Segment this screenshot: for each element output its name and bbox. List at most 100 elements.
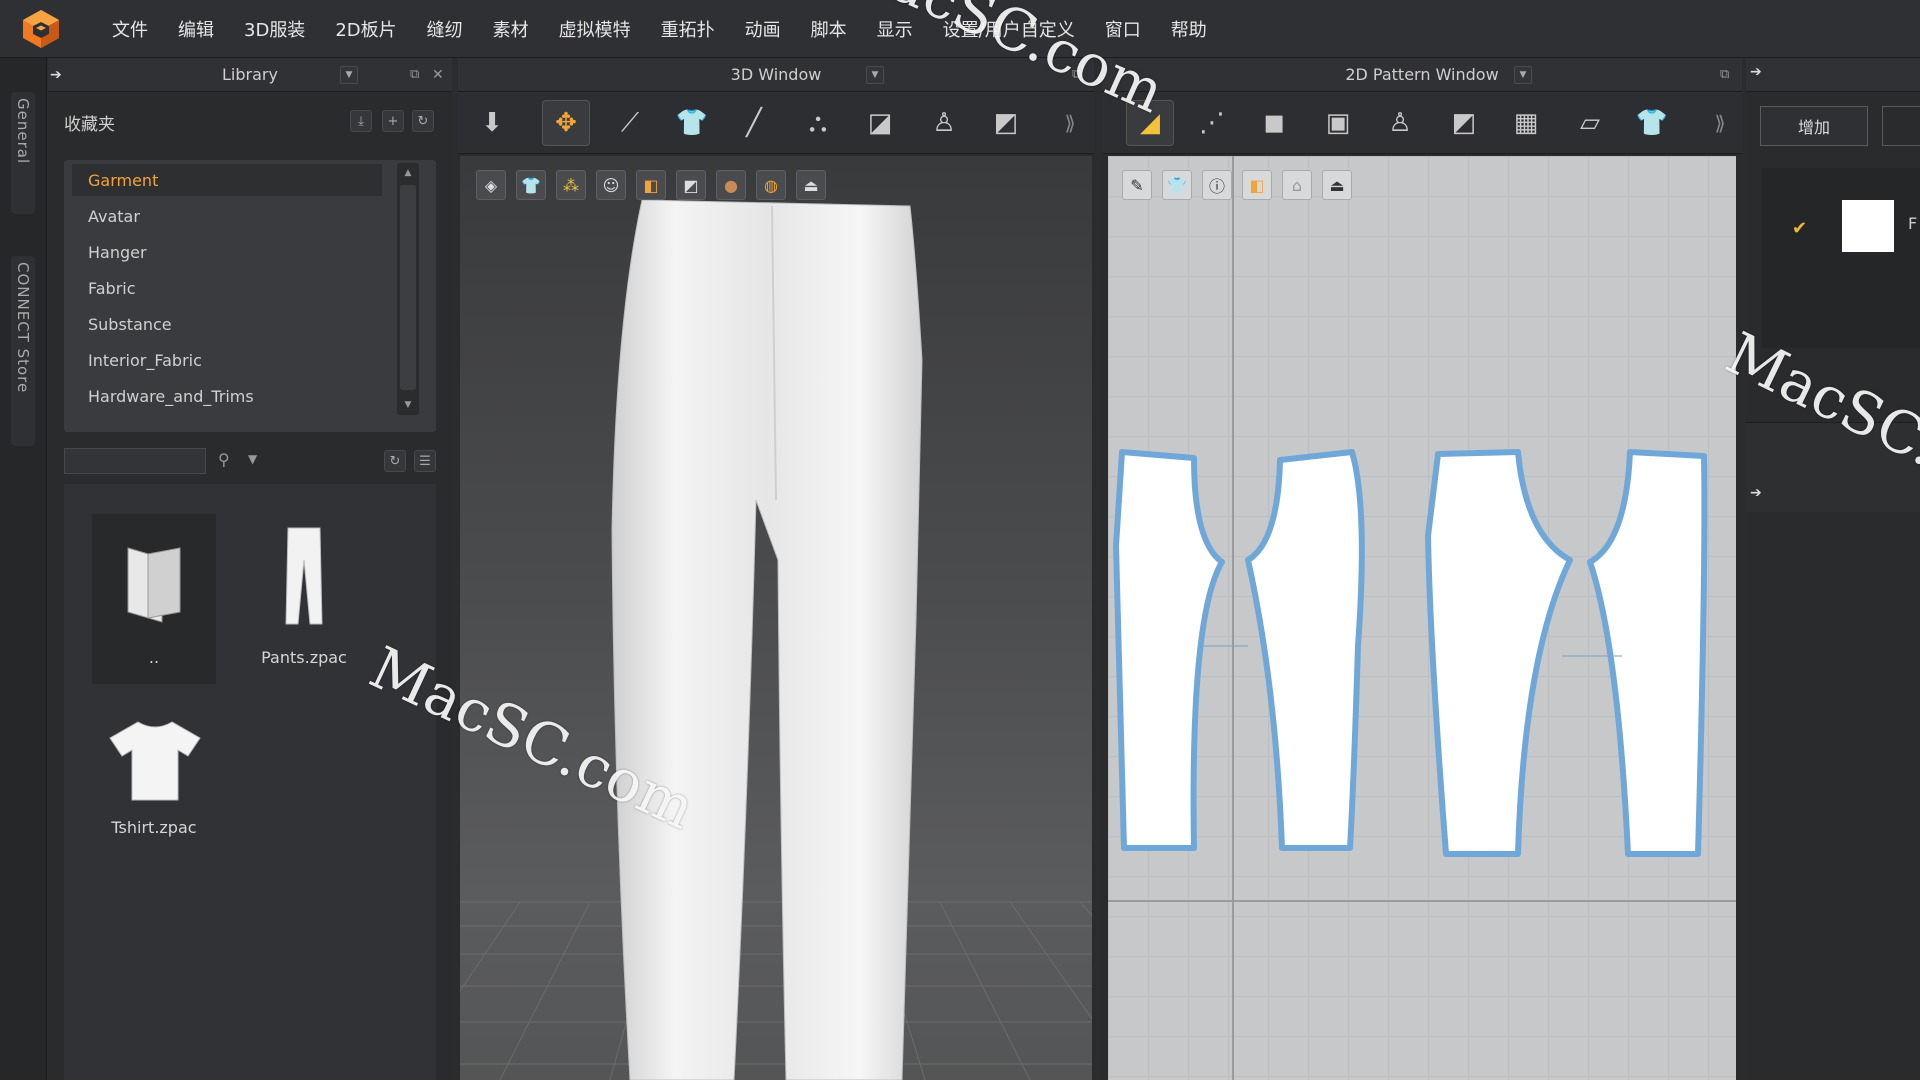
library-item-interior-fabric[interactable]: Interior_Fabric — [72, 344, 382, 376]
2d-toolbar: ◢ ⋰ ◼ ▣ ♙ ◩ ▦ ⏥ 👕 ⟫ — [1102, 92, 1742, 154]
export-icon[interactable]: ⏏ — [796, 170, 826, 200]
check-icon[interactable]: ✔ — [1792, 218, 1807, 239]
scroll-thumb[interactable] — [400, 185, 416, 390]
layer-icon[interactable]: ⌂ — [1282, 170, 1312, 200]
library-item-hardware-and-trims[interactable]: Hardware_and_Trims — [72, 380, 382, 412]
search-icon[interactable]: ⚲ — [218, 450, 230, 469]
avatar-pose-icon[interactable]: ♙ — [920, 100, 968, 146]
fold-arrangement-icon[interactable]: 👕 — [668, 100, 716, 146]
simulate-icon[interactable]: ⬇ — [468, 100, 516, 146]
refresh-icon[interactable]: ↻ — [412, 110, 434, 132]
pattern-pieces — [1113, 449, 1708, 857]
add-folder-icon[interactable]: + — [382, 110, 404, 132]
scroll-down-icon[interactable]: ▼ — [397, 395, 419, 415]
library-folder-list: Garment Avatar Hanger Fabric Substance Interi… — [64, 160, 436, 432]
3d-viewport[interactable]: ◈ 👕 ⁂ ☺ ◧ ◩ ● ◍ ⏏ — [460, 156, 1092, 1080]
undock-icon[interactable]: ⧉ — [410, 67, 419, 82]
pattern-piece — [1245, 449, 1365, 851]
folder-icon — [127, 547, 181, 623]
menu-item[interactable]: 脚本 — [811, 16, 847, 42]
library-item-garment[interactable]: Garment — [72, 164, 382, 196]
file-item[interactable]: Tshirt.zpac — [92, 706, 216, 876]
select-mesh-icon[interactable]: ⟋ — [606, 100, 654, 146]
menu-item[interactable]: 编辑 — [178, 16, 214, 42]
library-search-input[interactable] — [64, 448, 206, 474]
3d-window-dropdown-icon[interactable]: ▼ — [866, 66, 884, 84]
menu-item[interactable]: 重拓扑 — [661, 16, 715, 42]
edit-garment-2d-icon[interactable]: 👕 — [1628, 100, 1676, 146]
library-item-substance[interactable]: Substance — [72, 308, 382, 340]
tab-connect-store[interactable]: CONNECT Store — [11, 256, 35, 446]
shading-icon[interactable]: ◩ — [676, 170, 706, 200]
property-title-bar: ➔ — [1746, 58, 1920, 92]
fabric-swatch[interactable] — [1842, 200, 1894, 252]
edit-garment-icon[interactable]: ◩ — [982, 100, 1030, 146]
pin-icon[interactable]: ╱ — [730, 100, 778, 146]
info-icon[interactable]: ⓘ — [1202, 170, 1232, 200]
expand-toolbar-icon[interactable]: ⟫ — [1046, 100, 1094, 146]
environment-icon[interactable]: ◍ — [756, 170, 786, 200]
show-garment-icon[interactable]: 👕 — [516, 170, 546, 200]
file-item[interactable]: Pants.zpac — [242, 514, 366, 684]
horizontal-axis — [1108, 900, 1736, 902]
export-2d-icon[interactable]: ⏏ — [1322, 170, 1352, 200]
menu-item[interactable]: 帮助 — [1171, 16, 1207, 42]
texture-icon[interactable]: ◧ — [636, 170, 666, 200]
library-scrollbar[interactable]: ▲ ▼ — [397, 163, 419, 415]
fabric-name: F — [1908, 214, 1918, 233]
tab-connect-store-label: CONNECT Store — [14, 262, 32, 394]
undock-icon[interactable]: ⧉ — [1720, 67, 1729, 82]
refresh-list-icon[interactable]: ↻ — [384, 450, 406, 472]
library-dropdown-icon[interactable]: ▼ — [340, 66, 358, 84]
view-mode-icon[interactable]: ◈ — [476, 170, 506, 200]
tab-general[interactable]: General — [11, 92, 35, 214]
pin-arrow-icon[interactable]: ➔ — [1750, 485, 1762, 501]
select-move-icon[interactable]: ✥ — [542, 100, 590, 146]
file-item[interactable]: .. — [92, 514, 216, 684]
menu-item[interactable]: 缝纫 — [427, 16, 463, 42]
menu-item[interactable]: 动画 — [745, 16, 781, 42]
show-avatar-icon[interactable]: ☺ — [596, 170, 626, 200]
library-item-fabric[interactable]: Fabric — [72, 272, 382, 304]
show-pins-icon[interactable]: ⁂ — [556, 170, 586, 200]
fabric-list: ✔ F — [1762, 168, 1920, 348]
2d-pattern-viewport[interactable]: ✎ 👕 ⓘ ◧ ⌂ ⏏ — [1108, 156, 1736, 1080]
menu-item[interactable]: 3D服装 — [244, 16, 305, 42]
download-icon[interactable]: ⤓ — [350, 110, 372, 132]
measure-icon[interactable]: ◪ — [856, 100, 904, 146]
pin-arrow-icon[interactable]: ➔ — [1750, 64, 1762, 80]
add-button[interactable]: 增加 — [1760, 106, 1868, 146]
show-garment-2d-icon[interactable]: 👕 — [1162, 170, 1192, 200]
file-name: Tshirt.zpac — [111, 818, 197, 837]
2d-window-dropdown-icon[interactable]: ▼ — [1514, 66, 1532, 84]
tack-icon[interactable]: ⛬ — [794, 100, 842, 146]
property-panel: ➔ ✔ F ➔ — [1746, 58, 1920, 1080]
menu-item[interactable]: 2D板片 — [335, 16, 396, 42]
avatar-arrange-icon[interactable]: ♙ — [1376, 100, 1424, 146]
pin-arrow-icon[interactable]: ➔ — [50, 67, 62, 83]
more-button[interactable] — [1882, 106, 1920, 146]
menu-item[interactable]: 虚拟模特 — [559, 16, 631, 42]
app-logo-icon[interactable] — [20, 8, 62, 50]
menu-item[interactable]: 文件 — [112, 16, 148, 42]
rectangle-icon[interactable]: ▣ — [1314, 100, 1362, 146]
library-file-browser: .. Pants.zpac Tshirt.zpac — [64, 484, 436, 1080]
polygon-icon[interactable]: ◼ — [1250, 100, 1298, 146]
edit-point-icon[interactable]: ⋰ — [1188, 100, 1236, 146]
skin-icon[interactable]: ● — [716, 170, 746, 200]
grain-icon[interactable]: ▦ — [1502, 100, 1550, 146]
iron-icon[interactable]: ⏥ — [1566, 100, 1614, 146]
pattern-tool-icon[interactable]: ✎ — [1122, 170, 1152, 200]
pattern-piece — [1113, 449, 1225, 851]
segment-sewing-icon[interactable]: ◩ — [1440, 100, 1488, 146]
close-icon[interactable]: ✕ — [432, 67, 444, 83]
list-view-icon[interactable]: ☰ — [414, 450, 436, 472]
library-item-hanger[interactable]: Hanger — [72, 236, 382, 268]
texture-2d-icon[interactable]: ◧ — [1242, 170, 1272, 200]
library-item-avatar[interactable]: Avatar — [72, 200, 382, 232]
menu-item[interactable]: 素材 — [493, 16, 529, 42]
scroll-up-icon[interactable]: ▲ — [397, 163, 419, 183]
search-dropdown-icon[interactable]: ▼ — [248, 452, 257, 466]
expand-toolbar-icon[interactable]: ⟫ — [1696, 100, 1744, 146]
garment-pants-render — [611, 200, 923, 1080]
